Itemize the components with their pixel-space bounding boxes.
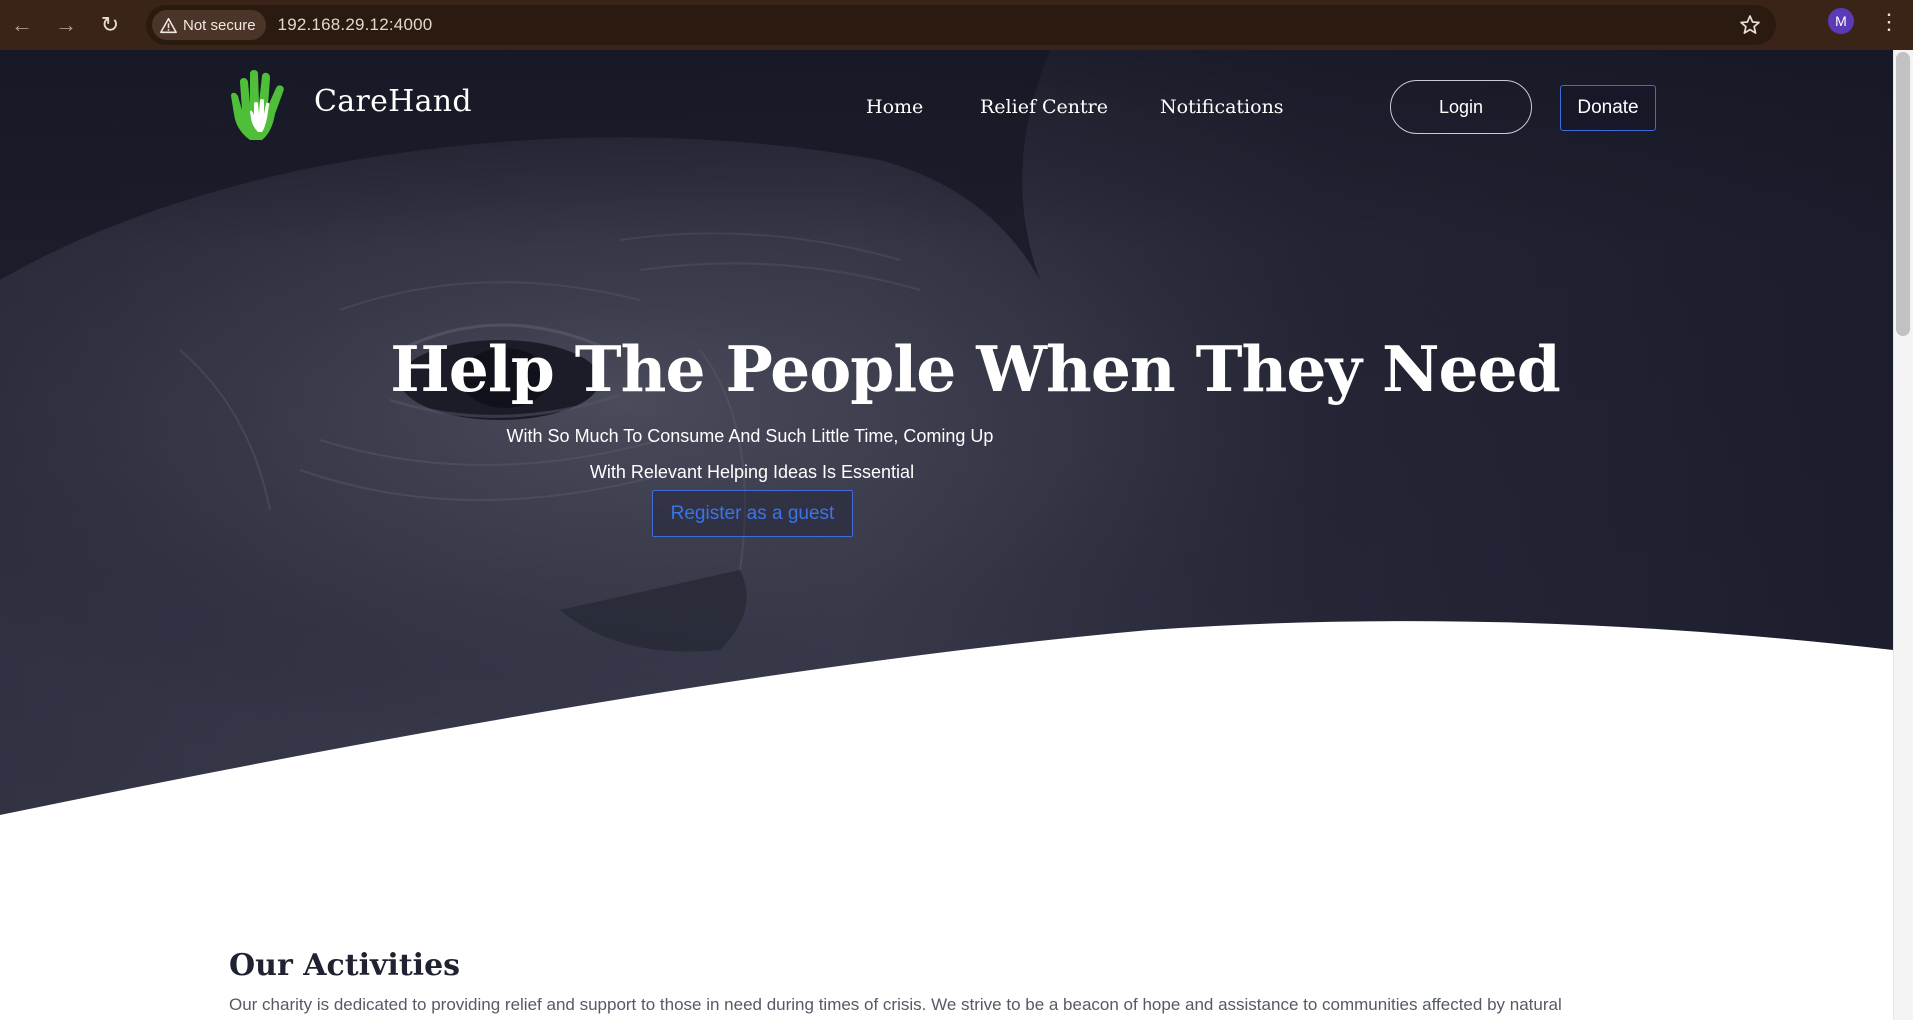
hero-subtitle-line1: With So Much To Consume And Such Little … — [506, 426, 994, 446]
browser-toolbar: ← → ↻ Not secure 192.168.29.12:4000 M ⋮ — [0, 0, 1913, 50]
activities-text: Our charity is dedicated to providing re… — [229, 995, 1562, 1014]
nav-notifications-link[interactable]: Notifications — [1160, 96, 1284, 118]
site-name[interactable]: CareHand — [314, 84, 472, 119]
back-icon[interactable]: ← — [0, 5, 44, 45]
register-guest-button[interactable]: Register as a guest — [652, 490, 853, 537]
hero-title-text: Help The People When They Need — [390, 332, 1560, 406]
hero-title: Help The People When They Need — [0, 332, 1890, 406]
browser-menu-icon[interactable]: ⋮ — [1878, 8, 1900, 36]
profile-avatar[interactable]: M — [1828, 8, 1854, 34]
hero-section: CareHand Home Relief Centre Notification… — [0, 50, 1893, 830]
nav-home-link[interactable]: Home — [866, 96, 923, 118]
url-text: 192.168.29.12:4000 — [277, 15, 433, 34]
nav-relief-centre-link[interactable]: Relief Centre — [980, 96, 1108, 118]
warning-icon — [160, 17, 177, 33]
reload-icon[interactable]: ↻ — [88, 5, 132, 45]
login-button[interactable]: Login — [1390, 80, 1532, 134]
bookmark-star-icon[interactable] — [1738, 13, 1762, 37]
security-label: Not secure — [183, 16, 256, 34]
page-scrollbar-thumb[interactable] — [1896, 52, 1910, 336]
activities-title: Our Activities — [229, 948, 461, 983]
security-chip[interactable]: Not secure — [152, 10, 266, 40]
donate-button[interactable]: Donate — [1560, 85, 1656, 131]
carehand-logo-icon[interactable] — [228, 70, 296, 142]
forward-icon[interactable]: → — [44, 5, 88, 45]
hero-subtitle-line2: With Relevant Helping Ideas Is Essential — [589, 462, 915, 482]
address-bar[interactable]: Not secure 192.168.29.12:4000 — [146, 5, 1776, 45]
page-viewport: CareHand Home Relief Centre Notification… — [0, 50, 1893, 1020]
